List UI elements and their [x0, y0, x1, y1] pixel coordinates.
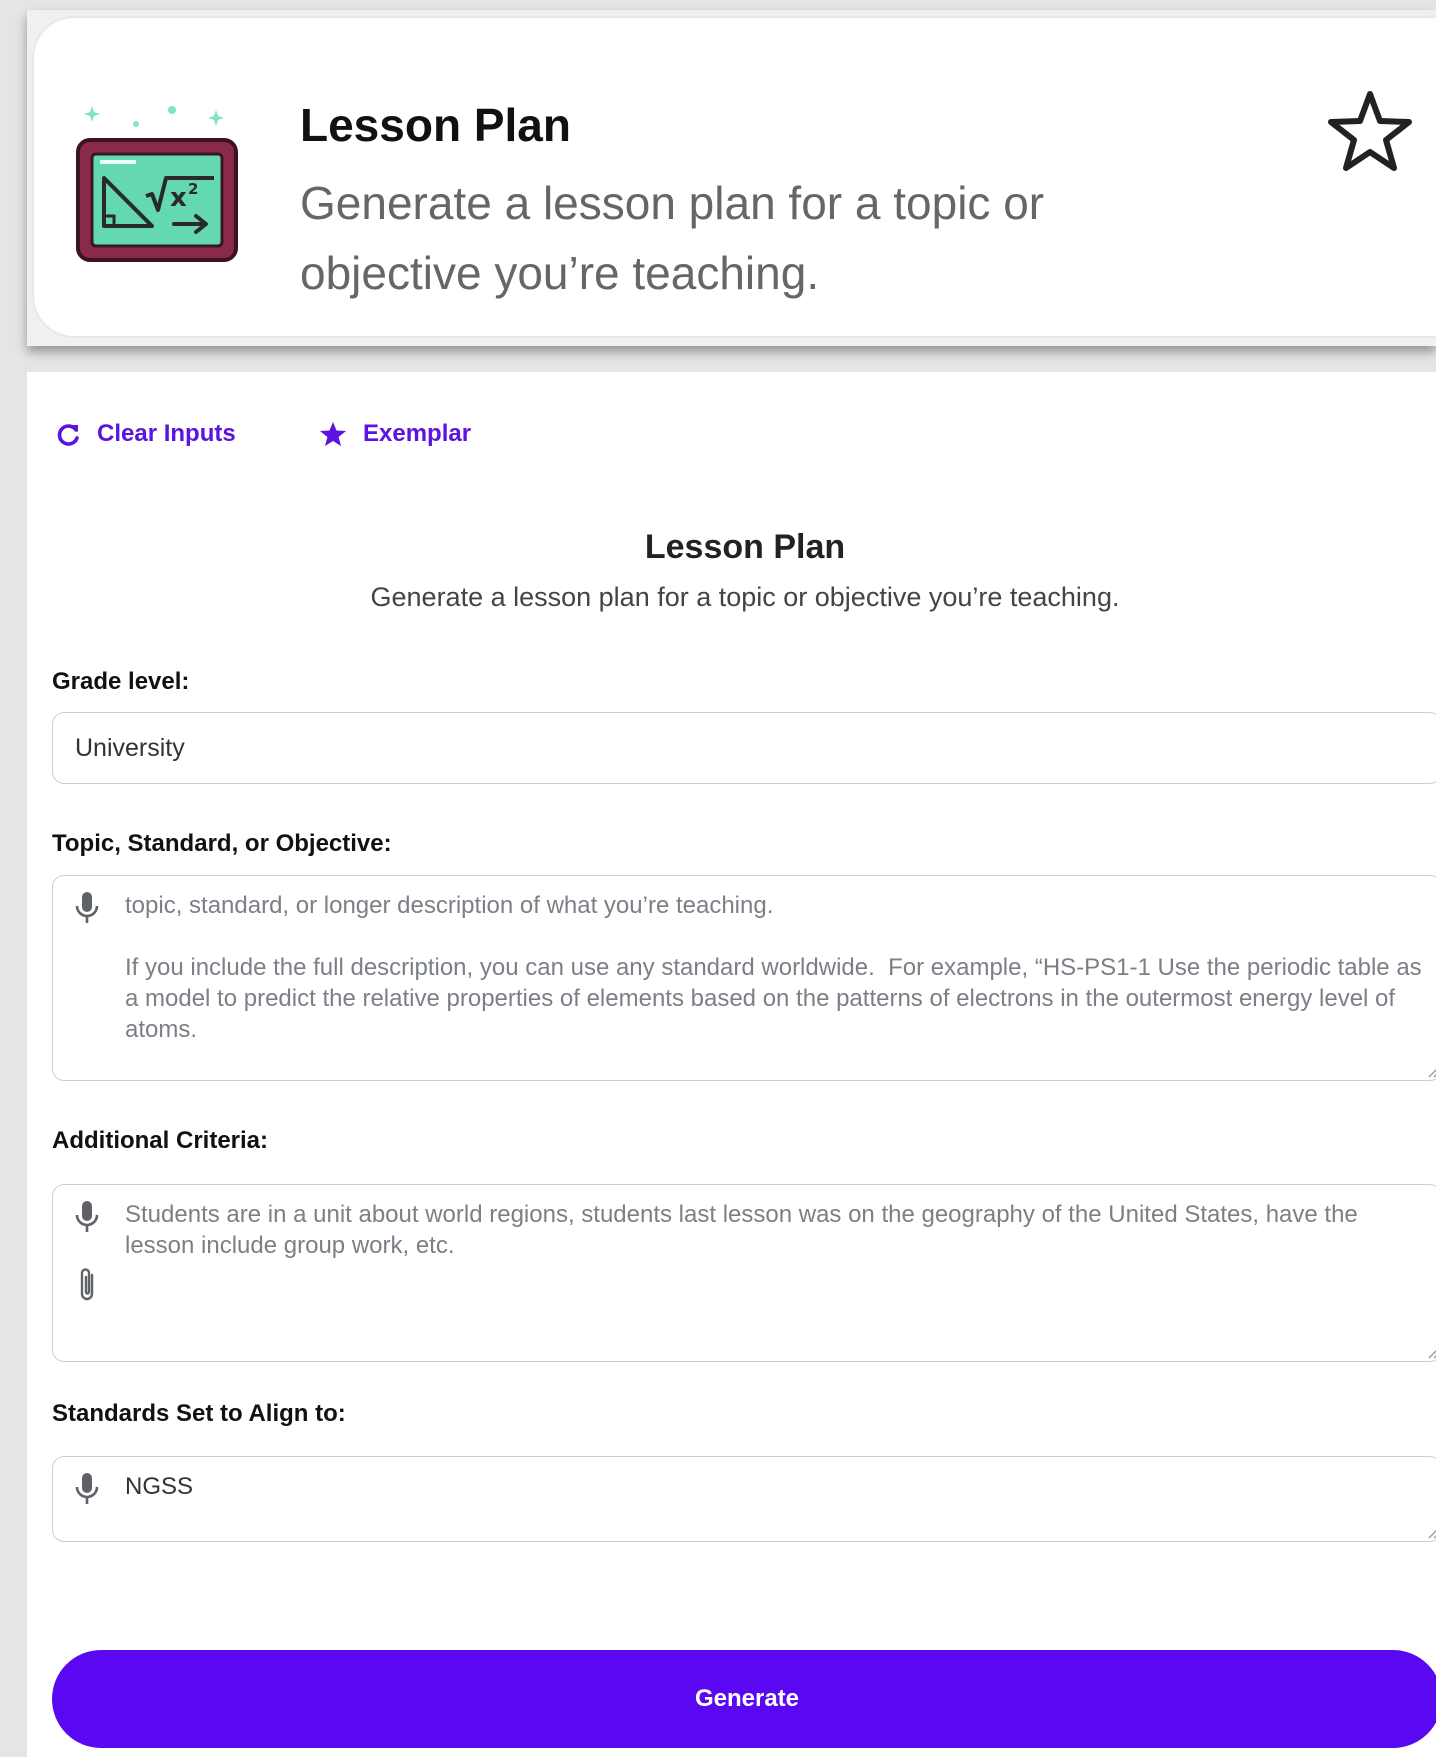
- form-title: Lesson Plan: [644, 528, 846, 566]
- lesson-plan-form: Clear Inputs Exemplar Lesson Plan Genera…: [27, 372, 1436, 1757]
- chalkboard-math-icon: x 2: [76, 106, 238, 262]
- tool-card-container: x 2 Lesson Plan Generate a lesson plan f…: [27, 10, 1436, 346]
- svg-text:x: x: [170, 183, 187, 213]
- microphone-icon[interactable]: [73, 1199, 101, 1235]
- generate-button[interactable]: Generate: [52, 1650, 1436, 1748]
- microphone-icon[interactable]: [73, 890, 101, 926]
- grade-level-label: Grade level:: [52, 668, 190, 695]
- resize-handle-icon[interactable]: [1425, 1525, 1436, 1539]
- tool-description: Generate a lesson plan for a topic or ob…: [300, 177, 1045, 299]
- topic-textarea[interactable]: topic, standard, or longer description o…: [52, 875, 1436, 1081]
- clear-inputs-label: Clear Inputs: [97, 420, 236, 447]
- paperclip-icon[interactable]: [75, 1265, 99, 1305]
- topic-label: Topic, Standard, or Objective:: [52, 830, 392, 857]
- additional-criteria-label: Additional Criteria:: [52, 1127, 269, 1154]
- clear-inputs-button[interactable]: Clear Inputs: [57, 420, 236, 448]
- tool-card: x 2 Lesson Plan Generate a lesson plan f…: [34, 18, 1436, 336]
- exemplar-button[interactable]: Exemplar: [319, 420, 471, 448]
- additional-criteria-placeholder: Students are in a unit about world regio…: [125, 1201, 1365, 1259]
- grade-level-value: University: [75, 734, 185, 762]
- topic-placeholder: topic, standard, or longer description o…: [125, 892, 1422, 1043]
- tool-title: Lesson Plan: [300, 99, 571, 151]
- microphone-icon[interactable]: [73, 1471, 101, 1507]
- star-outline-icon[interactable]: [1326, 88, 1414, 174]
- refresh-icon: [57, 424, 79, 446]
- grade-level-select[interactable]: University: [52, 712, 1436, 784]
- standards-set-value: NGSS: [125, 1473, 194, 1500]
- star-filled-icon: [320, 422, 346, 446]
- form-subtitle: Generate a lesson plan for a topic or ob…: [370, 582, 1120, 612]
- standards-set-textarea[interactable]: NGSS: [52, 1456, 1436, 1542]
- resize-handle-icon[interactable]: [1425, 1064, 1436, 1078]
- exemplar-label: Exemplar: [363, 420, 472, 447]
- standards-set-label: Standards Set to Align to:: [52, 1400, 346, 1427]
- resize-handle-icon[interactable]: [1425, 1345, 1436, 1359]
- svg-text:2: 2: [188, 180, 198, 198]
- additional-criteria-textarea[interactable]: Students are in a unit about world regio…: [52, 1184, 1436, 1362]
